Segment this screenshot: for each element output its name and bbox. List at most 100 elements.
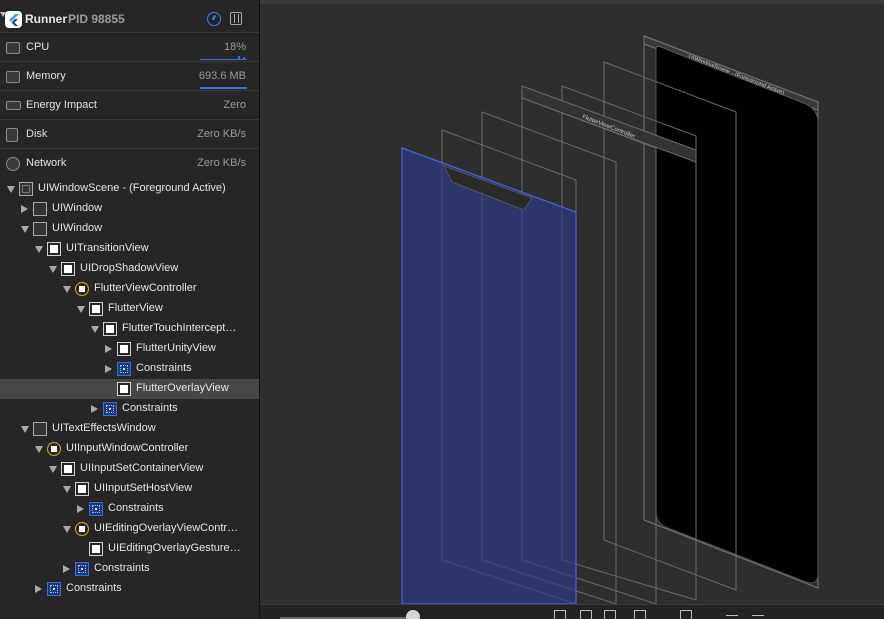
tree-row[interactable]: UITextEffectsWindow (0, 419, 259, 439)
tree-row[interactable]: FlutterOverlayView (0, 379, 259, 399)
window-scene-icon (19, 182, 33, 196)
gauge-network[interactable]: Network Zero KB/s (0, 148, 259, 178)
debug-navigator: Runner PID 98855 CPU 18% Memory 693.6 MB… (0, 0, 260, 619)
disclosure-collapsed-icon[interactable] (91, 405, 98, 413)
tree-row[interactable]: Constraints (0, 579, 259, 599)
window-icon (33, 422, 47, 436)
tree-row[interactable]: Constraints (0, 499, 259, 519)
selected-view-layer (401, 147, 577, 604)
canvas-toolbar (260, 604, 884, 619)
process-header[interactable]: Runner PID 98855 (0, 0, 259, 34)
tree-row-label: UIWindow (52, 222, 103, 234)
window-layer (655, 45, 819, 584)
disclosure-expanded-icon[interactable] (63, 286, 71, 293)
tree-row-label: FlutterViewController (94, 282, 197, 294)
tree-row[interactable]: UIInputSetContainerView (0, 459, 259, 479)
gauge-label: Energy Impact (26, 99, 97, 111)
gauge-value: Zero KB/s (197, 157, 246, 169)
gauge-cpu[interactable]: CPU 18% (0, 32, 259, 62)
disclosure-collapsed-icon[interactable] (77, 505, 84, 513)
view-icon (89, 542, 103, 556)
tree-row-label: UITransitionView (66, 242, 149, 254)
tree-row-label: Constraints (136, 362, 192, 374)
disclosure-collapsed-icon[interactable] (35, 585, 42, 593)
tree-row[interactable]: UIDropShadowView (0, 259, 259, 279)
tree-row[interactable]: UIInputWindowController (0, 439, 259, 459)
adjust-view-mode-icon[interactable] (604, 610, 616, 619)
change-canvas-background-icon[interactable] (634, 610, 646, 619)
device-icon[interactable] (230, 12, 242, 25)
memory-icon (6, 71, 20, 83)
disclosure-expanded-icon[interactable] (21, 426, 29, 433)
exploded-view-3d[interactable]: UIWindowScene - (Foreground Active) Flut… (260, 0, 884, 604)
disclosure-collapsed-icon[interactable] (63, 565, 70, 573)
tree-row-label: FlutterUnityView (136, 342, 216, 354)
tree-row-label: Constraints (122, 402, 178, 414)
gauge-energy[interactable]: Energy Impact Zero (0, 90, 259, 120)
view-icon (117, 382, 131, 396)
gauge-value: Zero KB/s (197, 128, 246, 140)
tree-row[interactable]: Constraints (0, 359, 259, 379)
gauge-value: Zero (223, 99, 246, 111)
view-icon (47, 242, 61, 256)
tree-row[interactable]: FlutterView (0, 299, 259, 319)
tree-row[interactable]: FlutterTouchIntercept… (0, 319, 259, 339)
window-icon (33, 222, 47, 236)
tree-row[interactable]: Constraints (0, 559, 259, 579)
tree-row[interactable]: FlutterViewController (0, 279, 259, 299)
disclosure-expanded-icon[interactable] (49, 266, 57, 273)
gauge-label: Disk (26, 128, 48, 140)
tree-row[interactable]: UIEditingOverlayViewContr… (0, 519, 259, 539)
debug-gauge-icon[interactable] (207, 12, 221, 26)
tree-row-label: FlutterTouchIntercept… (122, 322, 237, 334)
tree-row[interactable]: Constraints (0, 399, 259, 419)
tree-row-label: UIWindowScene - (Foreground Active) (38, 182, 226, 194)
tree-row[interactable]: UIEditingOverlayGesture… (0, 539, 259, 559)
gauge-label: Network (26, 157, 67, 169)
disclosure-expanded-icon[interactable] (63, 526, 71, 533)
constraints-icon (47, 582, 61, 596)
disclosure-expanded-icon[interactable] (63, 486, 71, 493)
gauge-disk[interactable]: Disk Zero KB/s (0, 119, 259, 149)
cpu-icon (6, 42, 20, 54)
zoom-in-icon[interactable] (780, 610, 792, 619)
tree-row[interactable]: UITransitionView (0, 239, 259, 259)
gauge-memory[interactable]: Memory 693.6 MB (0, 61, 259, 91)
view-debugger-canvas[interactable]: UIWindowScene - (Foreground Active) Flut… (260, 0, 884, 619)
disclosure-expanded-icon[interactable] (21, 226, 29, 233)
disclosure-collapsed-icon[interactable] (105, 345, 112, 353)
show-clipped-icon[interactable] (554, 610, 566, 619)
tree-row-label: FlutterView (108, 302, 163, 314)
constraints-icon (75, 562, 89, 576)
battery-icon (6, 101, 21, 110)
memory-sparkline (200, 87, 247, 89)
tree-row[interactable]: UIWindowScene - (Foreground Active) (0, 179, 259, 199)
show-constraints-icon[interactable] (580, 610, 592, 619)
disclosure-expanded-icon[interactable] (35, 246, 43, 253)
tree-row[interactable]: UIInputSetHostView (0, 479, 259, 499)
view-icon (117, 342, 131, 356)
view-icon (75, 482, 89, 496)
actual-size-icon[interactable] (752, 615, 764, 619)
disclosure-collapsed-icon[interactable] (105, 365, 112, 373)
disclosure-expanded-icon[interactable] (49, 466, 57, 473)
tree-row[interactable]: UIWindow (0, 199, 259, 219)
gauge-value: 693.6 MB (198, 70, 246, 82)
view-icon (103, 322, 117, 336)
disclosure-expanded-icon[interactable] (91, 326, 99, 333)
spacing-slider-knob[interactable] (406, 610, 420, 619)
tree-row-label: FlutterOverlayView (136, 382, 229, 394)
disclosure-expanded-icon[interactable] (7, 186, 15, 193)
orient-3d-icon[interactable] (680, 610, 692, 619)
gauge-label: Memory (26, 70, 66, 82)
tree-row[interactable]: UIWindow (0, 219, 259, 239)
flutter-icon (5, 11, 22, 28)
tree-row-label: Constraints (66, 582, 122, 594)
disclosure-expanded-icon[interactable] (35, 446, 43, 453)
view-controller-icon (47, 442, 61, 456)
disclosure-expanded-icon[interactable] (77, 306, 85, 313)
tree-row[interactable]: FlutterUnityView (0, 339, 259, 359)
tree-row-label: UIWindow (52, 202, 103, 214)
zoom-out-icon[interactable] (726, 615, 738, 619)
disclosure-collapsed-icon[interactable] (21, 205, 28, 213)
